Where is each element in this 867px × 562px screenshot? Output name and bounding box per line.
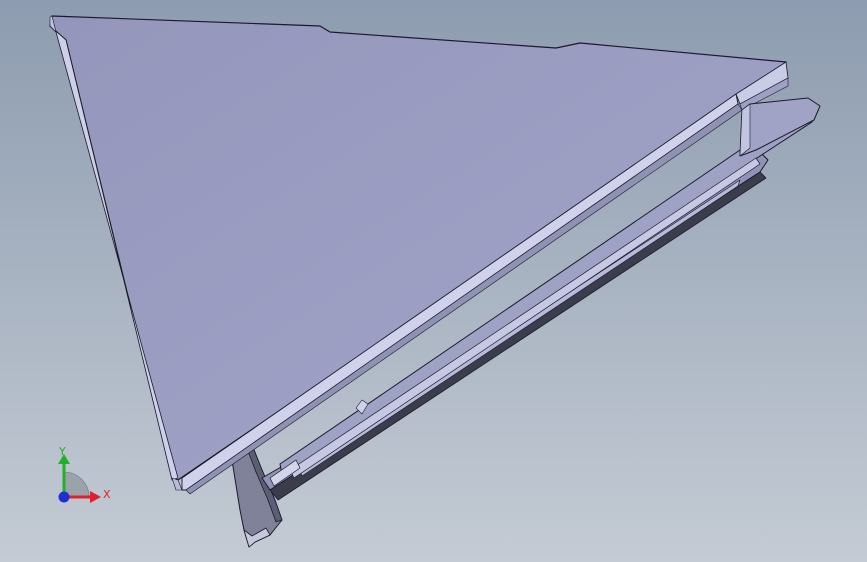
y-axis-label: Y <box>58 445 66 458</box>
graphics-viewport[interactable]: Y X <box>0 0 867 562</box>
z-axis-dot-icon <box>58 491 70 503</box>
x-axis-label: X <box>103 488 111 501</box>
viewport-canvas[interactable]: Y X <box>0 0 867 562</box>
